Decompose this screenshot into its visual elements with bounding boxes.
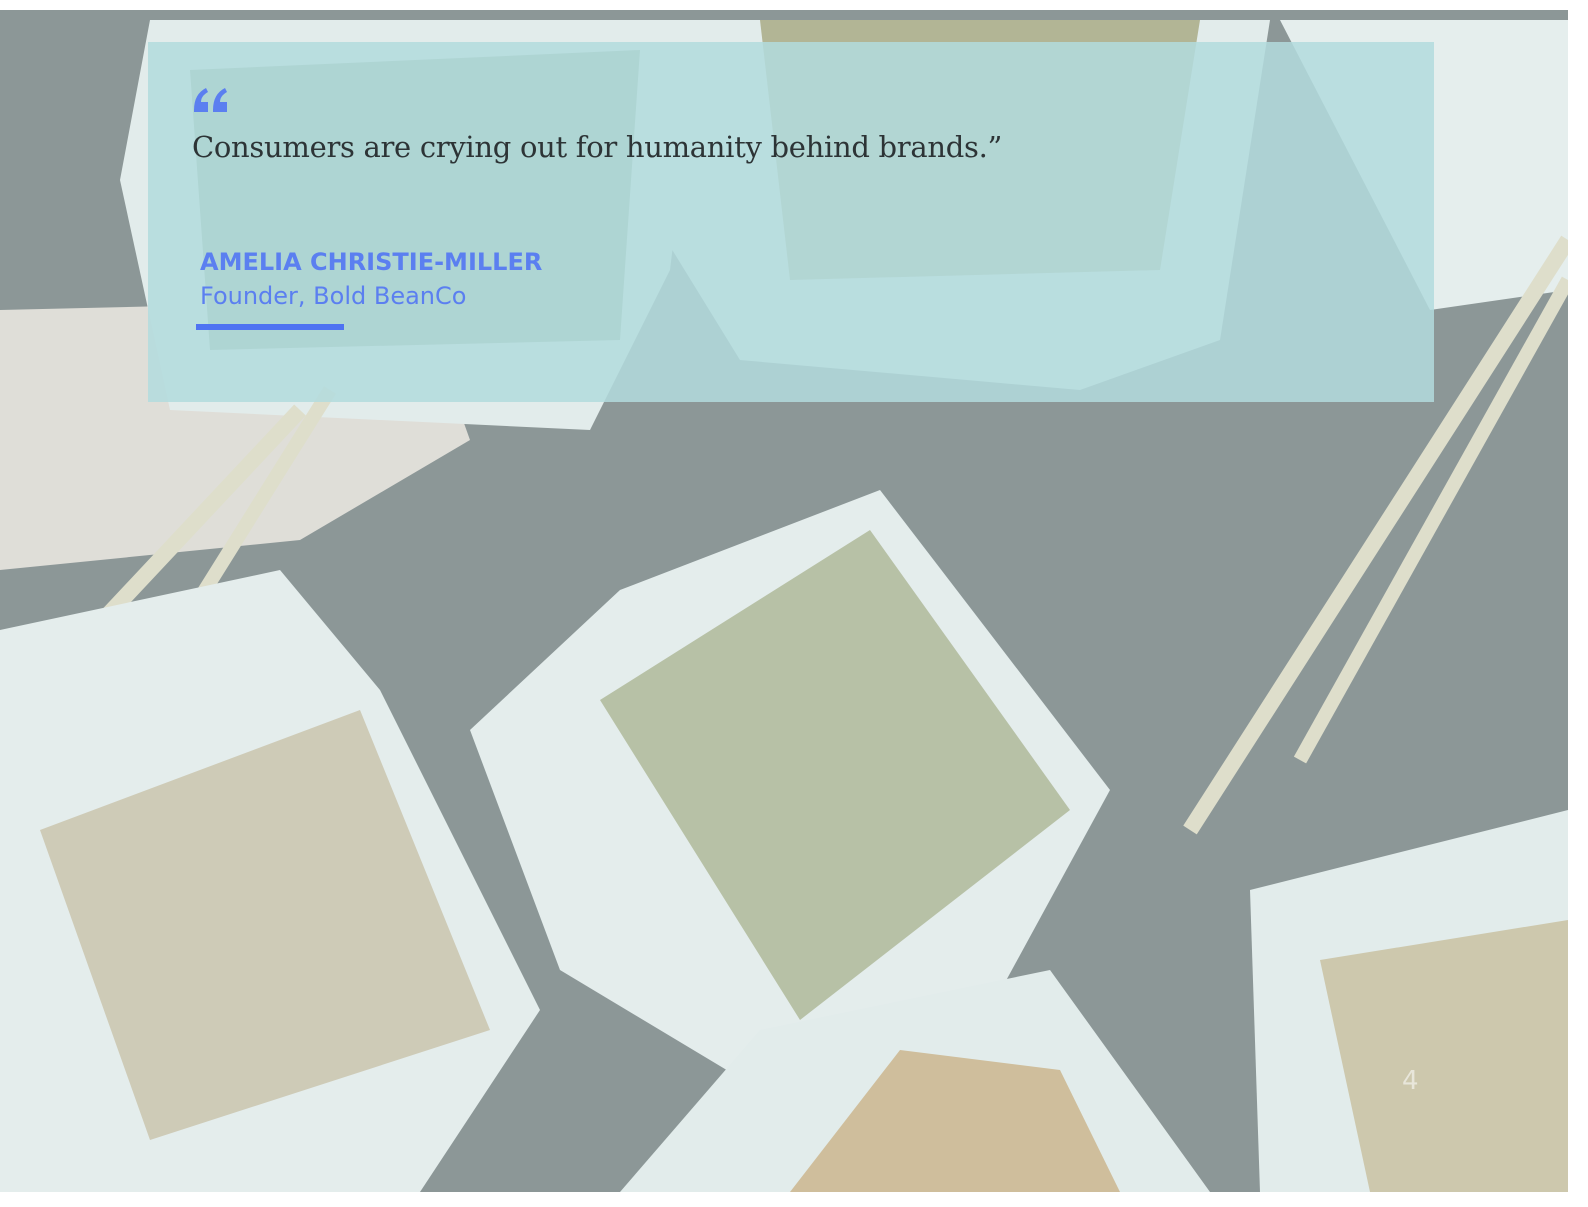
quote-open-icon	[194, 88, 227, 112]
slide: Consumers are crying out for humanity be…	[0, 10, 1568, 1192]
author-role: Founder, Bold BeanCo	[200, 282, 467, 310]
author-name: AMELIA CHRISTIE-MILLER	[200, 248, 543, 276]
quote-card: Consumers are crying out for humanity be…	[148, 42, 1434, 402]
page-number: 4	[1402, 1066, 1419, 1096]
quote-text: Consumers are crying out for humanity be…	[192, 130, 1003, 164]
author-underline	[196, 324, 344, 330]
